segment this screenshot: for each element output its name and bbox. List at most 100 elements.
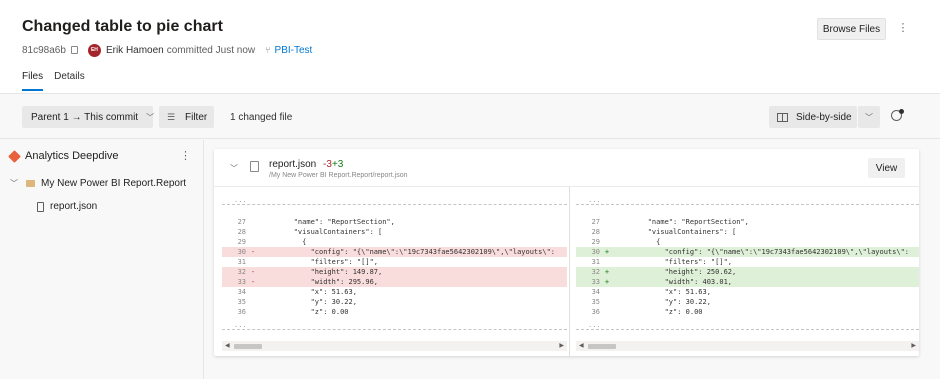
parent-compare-dropdown[interactable]: Parent 1 → This commit ﹀ [22, 106, 154, 128]
line-number: 32 [591, 268, 600, 276]
scroll-thumb[interactable] [234, 344, 262, 349]
horizontal-scrollbar[interactable]: ◀ ▶ [222, 341, 567, 351]
collapsed-lines-top[interactable]: ... [588, 196, 601, 204]
line-text: "name": "ReportSection", [260, 218, 395, 226]
folder-icon [26, 180, 35, 187]
line-text: "visualContainers": [ [614, 228, 737, 236]
diff-line[interactable]: 32 + "height": 250.62, [576, 267, 919, 277]
filter-button[interactable]: ☰ Filter [159, 106, 214, 128]
collapsed-lines-top[interactable]: ... [234, 196, 247, 204]
side-by-side-icon [777, 112, 788, 122]
diff-line[interactable]: 33 + "width": 403.01, [576, 277, 919, 287]
diff-file-name[interactable]: report.json [269, 159, 316, 170]
file-icon [37, 201, 44, 212]
diff-line[interactable]: 34 "x": 51.63, [222, 287, 567, 297]
line-number: 35 [591, 298, 600, 306]
change-marker: - [250, 248, 256, 256]
side-by-side-button[interactable]: Side-by-side [769, 106, 857, 128]
line-text: "name": "ReportSection", [614, 218, 749, 226]
committed-time: committed Just now [166, 44, 256, 56]
line-number: 33 [237, 278, 246, 286]
scroll-right-icon[interactable]: ▶ [911, 341, 916, 351]
browse-files-button[interactable]: Browse Files [817, 18, 886, 40]
diff-line[interactable]: 28 "visualContainers": [ [222, 227, 567, 237]
tab-files[interactable]: Files [22, 71, 44, 91]
tab-details[interactable]: Details [54, 71, 85, 91]
commit-meta: 81c98a6b EH Erik Hamoen committed Just n… [22, 43, 312, 57]
diff-line[interactable]: 33- "width": 295.96, [222, 277, 567, 287]
line-text: "height": 250.62, [614, 268, 737, 276]
line-number: 29 [591, 238, 600, 246]
addition-count: +3 [331, 159, 344, 170]
diff-line[interactable]: 35 "y": 30.22, [576, 297, 919, 307]
divider [576, 329, 919, 330]
line-number: 28 [237, 228, 246, 236]
branch-link[interactable]: PBI-Test [275, 45, 313, 56]
diff-line[interactable]: 36 "z": 0.00 [576, 307, 919, 317]
line-text: "width": 295.96, [260, 278, 379, 286]
change-marker: + [604, 248, 610, 256]
diff-line[interactable]: 29 { [222, 237, 567, 247]
change-marker: + [604, 268, 610, 276]
line-number: 34 [237, 288, 246, 296]
pane-divider[interactable] [569, 187, 570, 356]
more-vertical-icon[interactable]: ⋮ [180, 149, 191, 162]
diff-line[interactable]: 27 "name": "ReportSection", [576, 217, 919, 227]
filter-icon: ☰ [167, 111, 176, 122]
changed-files-count: 1 changed file [230, 112, 293, 123]
change-marker: - [250, 268, 256, 276]
diff-line[interactable]: 31 "filters": "[]", [576, 257, 919, 267]
scroll-right-icon[interactable]: ▶ [559, 341, 564, 351]
file-label: report.json [50, 201, 98, 212]
line-text: "x": 51.63, [614, 288, 711, 296]
tree-folder[interactable]: ﹀ My New Power BI Report.Report [10, 178, 186, 189]
diff-line[interactable]: 30- "config": "{\"name\":\"19c7343fae564… [222, 247, 567, 257]
line-number: 27 [591, 218, 600, 226]
diff-line[interactable]: 32- "height": 149.87, [222, 267, 567, 277]
view-mode-dropdown[interactable]: ﹀ [858, 106, 880, 128]
chevron-down-icon[interactable]: ﹀ [10, 178, 18, 189]
diff-line[interactable]: 30 + "config": "{\"name\":\"19c7343fae564… [576, 247, 919, 257]
diff-file-header: ﹀ report.json -3+3 /My New Power BI Repo… [214, 149, 919, 187]
commit-hash[interactable]: 81c98a6b [22, 45, 66, 56]
divider [222, 329, 567, 330]
diff-file-title: report.json -3+3 [269, 159, 343, 170]
line-text: "x": 51.63, [260, 288, 357, 296]
diff-line[interactable]: 35 "y": 30.22, [222, 297, 567, 307]
diff-line[interactable]: 31 "filters": "[]", [222, 257, 567, 267]
copy-icon[interactable] [70, 46, 78, 54]
diff-line[interactable]: 27 "name": "ReportSection", [222, 217, 567, 227]
diff-line[interactable]: 29 { [576, 237, 919, 247]
tree-file[interactable]: report.json [37, 201, 97, 212]
change-marker: - [250, 278, 256, 286]
tab-bar: Files Details [22, 71, 96, 91]
diff-line[interactable]: 36 "z": 0.00 [222, 307, 567, 317]
file-icon [250, 161, 259, 172]
diff-card: ﹀ report.json -3+3 /My New Power BI Repo… [214, 149, 919, 356]
line-text: "y": 30.22, [260, 298, 357, 306]
scroll-thumb[interactable] [588, 344, 616, 349]
line-text: "config": "{\"name\":\"19c7343fae5642302… [260, 248, 556, 256]
comments-icon[interactable] [891, 109, 904, 121]
divider [576, 204, 919, 205]
page-title: Changed table to pie chart [22, 18, 223, 35]
diff-line[interactable]: 34 "x": 51.63, [576, 287, 919, 297]
scroll-left-icon[interactable]: ◀ [225, 341, 230, 351]
chevron-down-icon[interactable]: ﹀ [230, 163, 238, 174]
more-vertical-icon[interactable]: ⋮ [897, 20, 909, 36]
diff-line[interactable]: 28 "visualContainers": [ [576, 227, 919, 237]
line-number: 36 [591, 308, 600, 316]
repo-header[interactable]: Analytics Deepdive [8, 149, 119, 163]
author-name[interactable]: Erik Hamoen [106, 45, 164, 56]
collapsed-lines-bottom[interactable]: ... [234, 321, 247, 329]
deletion-count: -3 [323, 159, 332, 170]
view-button[interactable]: View [868, 158, 905, 178]
line-text: "visualContainers": [ [260, 228, 383, 236]
line-text: "height": 149.87, [260, 268, 383, 276]
collapsed-lines-bottom[interactable]: ... [588, 321, 601, 329]
scroll-left-icon[interactable]: ◀ [579, 341, 584, 351]
line-number: 36 [237, 308, 246, 316]
line-text: "filters": "[]", [614, 258, 733, 266]
line-number: 34 [591, 288, 600, 296]
horizontal-scrollbar[interactable]: ◀ ▶ [576, 341, 919, 351]
